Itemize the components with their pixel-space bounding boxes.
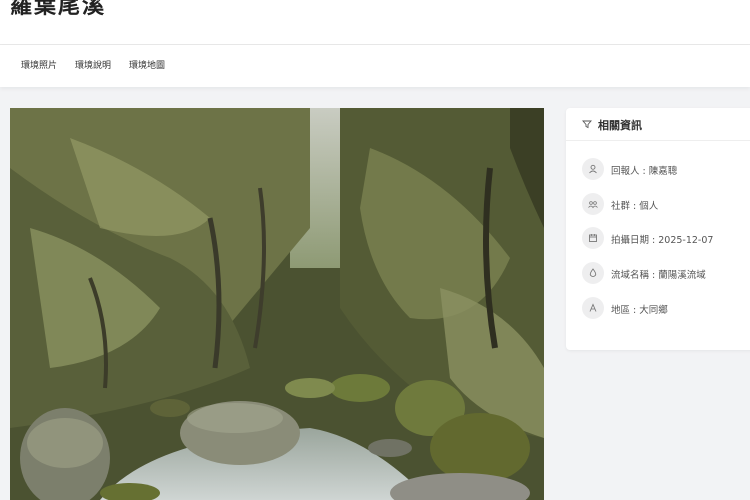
environment-photo[interactable] [10,108,544,500]
related-info-header: 相關資訊 [566,108,750,141]
community-text: 社群 : 個人 [611,201,659,212]
photo-date-text: 拍攝日期 : 2025-12-07 [611,235,714,246]
related-info-title: 相關資訊 [598,119,642,132]
user-icon [582,158,604,180]
tab-environment-map[interactable]: 環境地圖 [129,58,165,71]
page-header: 羅葉尾溪 [0,0,750,45]
calendar-icon [582,227,604,249]
related-info-card: 相關資訊 回報人 : 陳嘉聰 社群 : 個人 拍攝日期 : 2025-12-07… [566,108,750,350]
tab-environment-description[interactable]: 環境說明 [75,58,111,71]
tab-environment-photos[interactable]: 環境照片 [21,58,57,71]
page-title: 羅葉尾溪 [10,0,107,19]
region-icon [582,297,604,319]
stream-photo-image [10,108,544,500]
filter-icon [582,120,592,129]
watershed-text: 流域名稱 : 蘭陽溪流域 [611,270,706,281]
tab-bar: 環境照片 環境說明 環境地圖 [0,45,750,87]
region-text: 地區 : 大同鄉 [611,305,668,316]
group-icon [582,193,604,215]
reporter-text: 回報人 : 陳嘉聰 [611,166,678,177]
water-drop-icon [582,262,604,284]
